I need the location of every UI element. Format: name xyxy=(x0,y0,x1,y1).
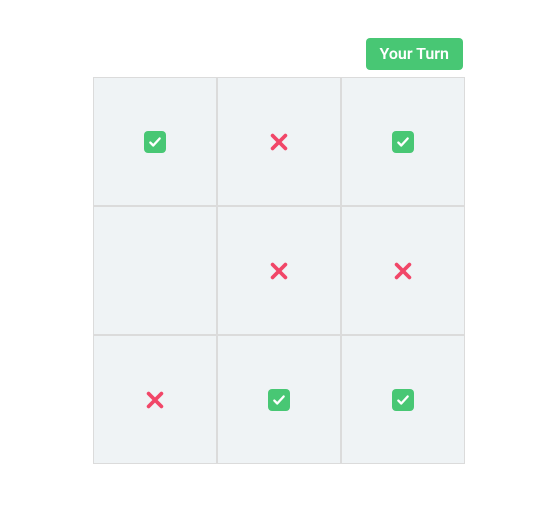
game-board xyxy=(93,77,465,464)
x-icon xyxy=(268,260,290,282)
board-cell-0[interactable] xyxy=(93,77,217,206)
x-icon xyxy=(392,260,414,282)
x-icon xyxy=(268,131,290,153)
board-cell-5[interactable] xyxy=(341,206,465,335)
board-cell-3[interactable] xyxy=(93,206,217,335)
check-icon xyxy=(392,389,414,411)
x-icon xyxy=(144,389,166,411)
turn-badge: Your Turn xyxy=(366,38,464,70)
board-cell-6[interactable] xyxy=(93,335,217,464)
check-icon xyxy=(392,131,414,153)
board-cell-1[interactable] xyxy=(217,77,341,206)
board-cell-7[interactable] xyxy=(217,335,341,464)
check-icon xyxy=(268,389,290,411)
board-cell-8[interactable] xyxy=(341,335,465,464)
check-icon xyxy=(144,131,166,153)
board-cell-4[interactable] xyxy=(217,206,341,335)
board-cell-2[interactable] xyxy=(341,77,465,206)
game-container: Your Turn xyxy=(0,0,557,522)
